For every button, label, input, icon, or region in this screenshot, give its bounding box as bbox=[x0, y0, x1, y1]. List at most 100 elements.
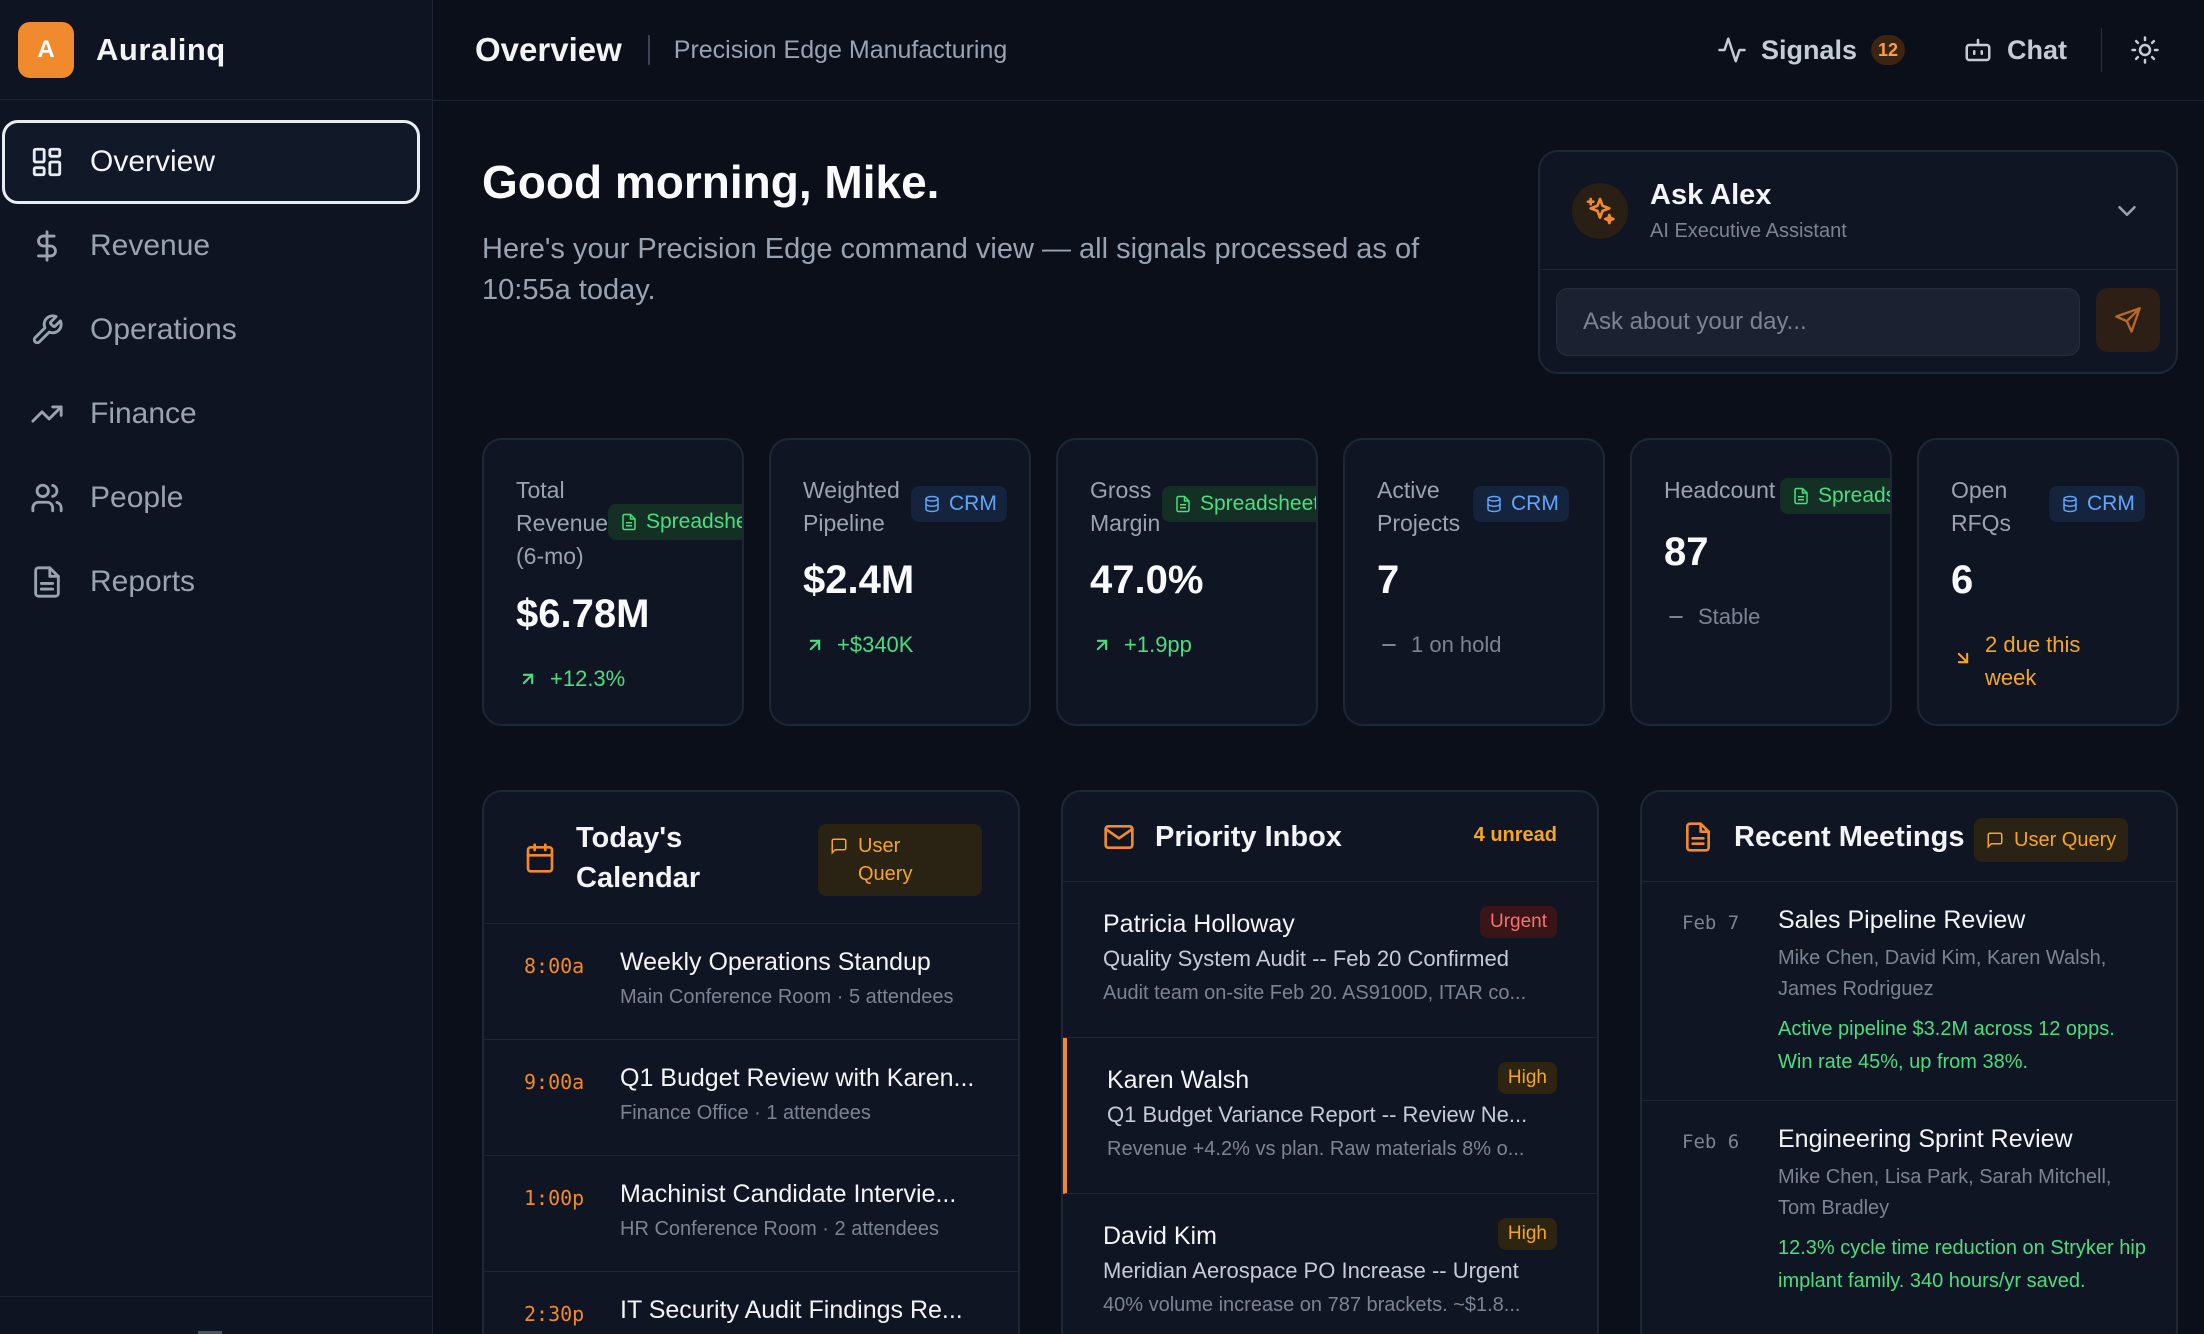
kpi-card-headcount[interactable]: Headcount Spreadsheet 87 Stable bbox=[1630, 438, 1892, 726]
topbar-divider bbox=[2101, 28, 2102, 72]
page-title: Overview bbox=[475, 31, 622, 68]
event-title: IT Security Audit Findings Re... bbox=[620, 1296, 963, 1324]
message-subject: Meridian Aerospace PO Increase -- Urgent bbox=[1103, 1258, 1519, 1283]
trending-up-icon bbox=[30, 397, 64, 431]
kpi-delta-text: 2 due this week bbox=[1985, 632, 2081, 690]
send-icon bbox=[2115, 307, 2141, 333]
ask-alex-header[interactable]: Ask Alex AI Executive Assistant bbox=[1540, 152, 2176, 270]
app-root: A Auralinq Overview Revenue Operations F… bbox=[0, 0, 2204, 1334]
inbox-message[interactable]: David Kim High Meridian Aerospace PO Inc… bbox=[1063, 1194, 1597, 1334]
meeting-title: Engineering Sprint Review bbox=[1778, 1125, 2073, 1153]
kpi-card-open-rfqs[interactable]: Open RFQs CRM 6 2 due this week bbox=[1917, 438, 2179, 726]
meeting-item[interactable]: Feb 7 Sales Pipeline Review Mike Chen, D… bbox=[1642, 882, 2176, 1101]
panel-title: Today's Calendar bbox=[576, 821, 701, 894]
event-time: 1:00p bbox=[524, 1186, 585, 1210]
meetings-panel: Recent Meetings User Query Feb 7 Sales P… bbox=[1640, 790, 2178, 1334]
kpi-delta: Stable bbox=[1666, 600, 1760, 633]
users-icon bbox=[30, 481, 64, 515]
meeting-item[interactable]: Feb 6 Engineering Sprint Review Mike Che… bbox=[1642, 1101, 2176, 1334]
sidebar-item-label: Revenue bbox=[90, 229, 211, 262]
event-time: 9:00a bbox=[524, 1070, 585, 1094]
sidebar-item-operations[interactable]: Operations bbox=[2, 288, 420, 372]
tag-label: CRM bbox=[1511, 492, 1559, 515]
priority-badge: High bbox=[1497, 1218, 1557, 1250]
sidebar-item-label: Reports bbox=[90, 565, 196, 598]
meeting-attendees: Mike Chen, Lisa Park, Sarah Mitchell, To… bbox=[1778, 1166, 2112, 1219]
sidebar-item-overview[interactable]: Overview bbox=[2, 120, 420, 204]
greeting-subtitle: Here's your Precision Edge command view … bbox=[482, 233, 1420, 306]
ask-input[interactable] bbox=[1556, 288, 2080, 356]
kpi-value: 6 bbox=[1951, 558, 1974, 602]
kpi-delta: 2 due this week bbox=[1953, 628, 2123, 694]
inbox-message[interactable]: Patricia Holloway Urgent Quality System … bbox=[1063, 882, 1597, 1038]
kpi-card-gross-margin[interactable]: Gross Margin Spreadsheet 47.0% +1.9pp bbox=[1056, 438, 1318, 726]
file-text-icon bbox=[1686, 821, 1710, 852]
calendar-event[interactable]: 8:00a Weekly Operations Standup Main Con… bbox=[484, 924, 1018, 1040]
chat-label: Chat bbox=[2007, 34, 2067, 65]
signals-count-badge: 12 bbox=[1870, 35, 1905, 65]
kpi-delta: 1 on hold bbox=[1379, 628, 1502, 661]
kpi-value: $2.4M bbox=[803, 558, 915, 602]
database-icon bbox=[925, 495, 939, 513]
spreadsheet-source-tag: Spreadsheet bbox=[608, 504, 742, 540]
calendar-event[interactable]: 1:00p Machinist Candidate Intervie... HR… bbox=[484, 1156, 1018, 1272]
kpi-card-active-projects[interactable]: Active Projects CRM 7 1 on hold bbox=[1343, 438, 1605, 726]
sidebar-item-revenue[interactable]: Revenue bbox=[2, 204, 420, 288]
event-title: Machinist Candidate Intervie... bbox=[620, 1180, 957, 1208]
send-button[interactable] bbox=[2096, 288, 2160, 352]
grid-icon bbox=[30, 145, 64, 179]
inbox-message-selected[interactable]: Karen Walsh High Q1 Budget Variance Repo… bbox=[1063, 1038, 1597, 1194]
kpi-delta: +1.9pp bbox=[1092, 628, 1192, 661]
kpi-label: Weighted Pipeline bbox=[803, 477, 900, 536]
signals-label: Signals bbox=[1760, 34, 1857, 65]
tag-label: Spreadsheet bbox=[1200, 492, 1318, 515]
tag-label: User Query bbox=[2014, 829, 2117, 851]
brand[interactable]: A Auralinq bbox=[0, 0, 432, 100]
spreadsheet-source-tag: Spreadsheet bbox=[1780, 478, 1890, 514]
theme-toggle-button[interactable] bbox=[2130, 35, 2174, 65]
message-square-icon bbox=[1987, 832, 2003, 849]
sidebar-nav: Overview Revenue Operations Finance Peop… bbox=[0, 100, 432, 624]
message-subject: Q1 Budget Variance Report -- Review Ne..… bbox=[1107, 1102, 1528, 1127]
sidebar-item-people[interactable]: People bbox=[2, 456, 420, 540]
message-subject: Quality System Audit -- Feb 20 Confirmed bbox=[1103, 946, 1509, 971]
sheet-icon bbox=[622, 513, 636, 531]
chevron-down-icon[interactable] bbox=[2112, 196, 2142, 226]
assistant-role: AI Executive Assistant bbox=[1650, 219, 1847, 242]
kpi-delta-text: +1.9pp bbox=[1124, 632, 1192, 657]
kpi-delta-text: 1 on hold bbox=[1411, 632, 1502, 657]
calendar-event[interactable]: 2:30p IT Security Audit Findings Re... bbox=[484, 1272, 1018, 1334]
kpi-card-total-revenue[interactable]: Total Revenue (6-mo) Spreadsheet $6.78M … bbox=[482, 438, 744, 726]
greeting-title: Good morning, Mike. bbox=[482, 156, 940, 208]
sidebar-item-reports[interactable]: Reports bbox=[2, 540, 420, 624]
event-time: 2:30p bbox=[524, 1302, 585, 1326]
inbox-panel: Priority Inbox 4 unread Patricia Hollowa… bbox=[1061, 790, 1599, 1334]
event-title: Weekly Operations Standup bbox=[620, 948, 931, 976]
sidebar-item-finance[interactable]: Finance bbox=[2, 372, 420, 456]
sidebar-item-label: Finance bbox=[90, 397, 197, 430]
chat-button[interactable]: Chat bbox=[1963, 35, 2067, 66]
arrow-up-right-icon bbox=[522, 673, 534, 685]
kpi-value: 87 bbox=[1664, 530, 1709, 574]
dollar-icon bbox=[30, 229, 64, 263]
kpi-label: Headcount bbox=[1664, 477, 1776, 503]
kpi-delta-text: Stable bbox=[1698, 604, 1761, 629]
priority-badge: High bbox=[1497, 1062, 1557, 1094]
kpi-delta: +$340K bbox=[805, 628, 913, 661]
meeting-summary: Active pipeline $3.2M across 12 opps. Wi… bbox=[1778, 1018, 2115, 1073]
kpi-delta-text: +12.3% bbox=[550, 666, 626, 691]
sun-icon bbox=[2131, 36, 2159, 64]
company-name: Precision Edge Manufacturing bbox=[673, 35, 1008, 64]
calendar-event[interactable]: 9:00a Q1 Budget Review with Karen... Fin… bbox=[484, 1040, 1018, 1156]
kpi-card-weighted-pipeline[interactable]: Weighted Pipeline CRM $2.4M +$340K bbox=[769, 438, 1031, 726]
crm-source-tag: CRM bbox=[911, 486, 1007, 522]
ask-input-row bbox=[1556, 288, 2160, 356]
ask-alex-card: Ask Alex AI Executive Assistant bbox=[1538, 150, 2178, 374]
inbox-header: Priority Inbox 4 unread bbox=[1063, 792, 1597, 882]
priority-badge: Urgent bbox=[1479, 906, 1557, 938]
event-meta: HR Conference Room · 2 attendees bbox=[620, 1218, 940, 1240]
kpi-value: 47.0% bbox=[1090, 558, 1204, 602]
sheet-icon bbox=[1176, 495, 1190, 513]
signals-button[interactable]: Signals 12 bbox=[1717, 35, 1905, 66]
sheet-icon bbox=[1794, 487, 1808, 505]
